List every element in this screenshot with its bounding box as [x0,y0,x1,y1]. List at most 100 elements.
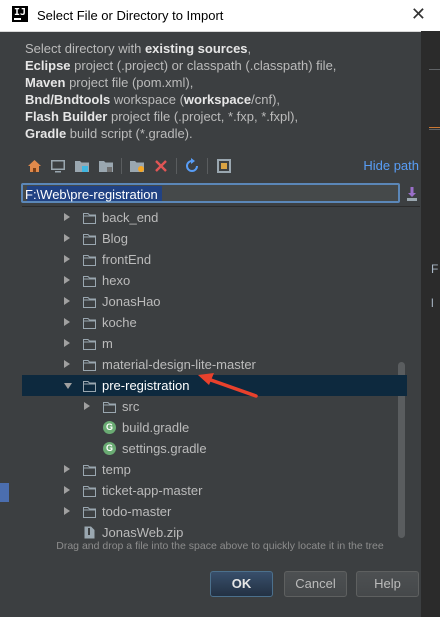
file-chooser-toolbar: Hide path [22,155,422,177]
expand-arrow-closed-icon[interactable] [64,213,70,221]
expand-arrow-closed-icon[interactable] [64,234,70,242]
expand-arrow-closed-icon[interactable] [64,465,70,473]
expand-arrow-closed-icon[interactable] [64,339,70,347]
expand-arrow-closed-icon[interactable] [64,507,70,515]
gradle-file-icon: G [103,421,116,434]
tree-row-label: Blog [102,231,129,246]
folder-icon [83,233,96,245]
background-ide-highlight [0,483,9,502]
tree-row-back-end[interactable]: back_end [22,207,407,228]
module-folder-icon[interactable] [97,157,115,175]
description-keyword: Eclipse [25,58,71,73]
refresh-icon[interactable] [183,157,201,175]
description-text: project (.project) or classpath (.classp… [70,58,337,73]
description-line: Eclipse project (.project) or classpath … [25,57,415,74]
tree-row-koche[interactable]: koche [22,312,407,333]
hide-path-link[interactable]: Hide path [363,158,419,173]
folder-icon [83,485,96,497]
description-line: Bnd/Bndtools workspace (workspace/cnf), [25,91,415,108]
zip-file-icon [84,526,95,539]
description-keyword: Bnd/Bndtools [25,92,111,107]
tree-row-ticket-app-master[interactable]: ticket-app-master [22,480,407,501]
tree-row-label: settings.gradle [122,441,207,456]
description-line: Maven project file (pom.xml), [25,74,415,91]
delete-icon[interactable] [152,157,170,175]
drag-drop-hint: Drag and drop a file into the space abov… [56,540,384,552]
description-text: project file (.project, *.fxp, *.fxpl), [107,109,299,124]
intellij-app-icon: IJ [12,6,28,22]
description-text: /cnf), [251,92,281,107]
gradle-file-icon: G [103,442,116,455]
tree-row-label: build.gradle [122,420,190,435]
tree-row-label: src [122,399,140,414]
tree-row-settings-gradle[interactable]: Gsettings.gradle [22,438,407,459]
home-icon[interactable] [25,157,43,175]
folder-icon [83,464,96,476]
description-line: Flash Builder project file (.project, *.… [25,108,415,125]
red-arrow-annotation [198,373,258,398]
folder-icon [83,506,96,518]
tree-row-label: m [102,336,113,351]
ide-letter: F [431,262,439,276]
tree-row-label: temp [102,462,131,477]
expand-arrow-closed-icon[interactable] [64,255,70,263]
tree-row-jonasweb-zip[interactable]: JonasWeb.zip [22,522,407,540]
description-text: workspace ( [110,92,184,107]
cancel-button[interactable]: Cancel [284,571,347,597]
description-text: build script (*.gradle). [66,126,193,141]
expand-arrow-closed-icon[interactable] [64,297,70,305]
ok-button[interactable]: OK [210,571,273,597]
new-folder-icon[interactable] [128,157,146,175]
tree-row-label: pre-registration [102,378,190,393]
project-folder-icon[interactable] [73,157,91,175]
close-icon[interactable]: ✕ [411,4,426,25]
description-keyword: workspace [183,92,252,107]
folder-icon [103,401,116,413]
expand-arrow-closed-icon[interactable] [84,402,90,410]
ide-letter: l [431,296,434,310]
description-keyword: Flash Builder [25,109,108,124]
tree-row-jonashao[interactable]: JonasHao [22,291,407,312]
description-text: Select directory with [25,41,145,56]
description-text: project file (pom.xml), [65,75,194,90]
show-hidden-icon[interactable] [215,157,233,175]
expand-arrow-closed-icon[interactable] [64,486,70,494]
tree-row-label: frontEnd [102,252,152,267]
toolbar-separator [176,158,177,174]
tree-row-frontend[interactable]: frontEnd [22,249,407,270]
path-field[interactable] [21,183,400,203]
import-description: Select directory with existing sources, … [25,40,415,142]
tree-row-temp[interactable]: temp [22,459,407,480]
folder-icon [83,212,96,224]
tree-row-label: hexo [102,273,131,288]
description-keyword: existing sources [144,41,248,56]
tree-row-label: JonasWeb.zip [102,525,184,540]
tree-row-label: todo-master [102,504,172,519]
help-button[interactable]: Help [356,571,419,597]
description-text: , [247,41,252,56]
toolbar-separator [207,158,208,174]
title-bar: IJ Select File or Directory to Import ✕ [0,0,440,32]
folder-icon [83,317,96,329]
download-path-icon[interactable] [406,186,418,202]
desktop-icon[interactable] [49,157,67,175]
expand-arrow-closed-icon[interactable] [64,276,70,284]
tree-row-todo-master[interactable]: todo-master [22,501,407,522]
tree-row-build-gradle[interactable]: Gbuild.gradle [22,417,407,438]
toolbar-separator [121,158,122,174]
tree-row-hexo[interactable]: hexo [22,270,407,291]
tree-row-blog[interactable]: Blog [22,228,407,249]
window-title: Select File or Directory to Import [37,8,224,23]
tree-row-m[interactable]: m [22,333,407,354]
path-input[interactable] [25,186,385,202]
folder-icon [83,296,96,308]
tree-row-label: koche [102,315,137,330]
folder-icon [83,275,96,287]
expand-arrow-open-icon[interactable] [64,383,72,389]
folder-icon [83,254,96,266]
description-keyword: Gradle [25,126,67,141]
expand-arrow-closed-icon[interactable] [64,360,70,368]
folder-icon [83,380,96,392]
description-keyword: Maven [25,75,66,90]
expand-arrow-closed-icon[interactable] [64,318,70,326]
